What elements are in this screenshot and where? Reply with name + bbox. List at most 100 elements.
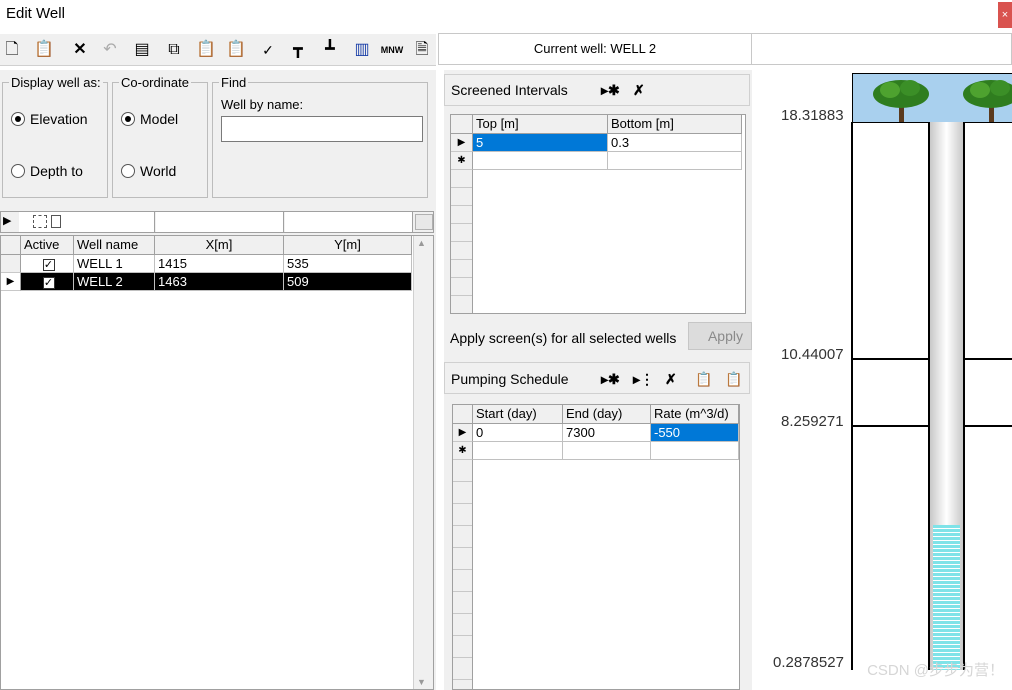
- x-cell[interactable]: 1463: [155, 273, 284, 291]
- top-cell[interactable]: 5: [473, 134, 608, 152]
- screen-top-line: [852, 358, 928, 360]
- delete-icon[interactable]: ✕: [68, 38, 92, 62]
- col-end[interactable]: End (day): [563, 405, 651, 424]
- row-header-corner: [1, 236, 21, 255]
- active-checkbox[interactable]: ✓: [21, 273, 74, 291]
- color-bars-icon[interactable]: ▥: [350, 38, 374, 62]
- depth-label-bottom: 0.2878527: [773, 654, 844, 671]
- scroll-down-icon[interactable]: ▼: [417, 677, 426, 687]
- current-well-spacer: [752, 33, 1012, 65]
- depth-radio[interactable]: Depth to: [11, 163, 83, 179]
- tree-icon: [963, 80, 1012, 122]
- current-row-icon[interactable]: ▶: [453, 424, 473, 442]
- elevation-radio[interactable]: Elevation: [11, 111, 88, 127]
- top-cell[interactable]: [473, 152, 608, 170]
- new-row-icon[interactable]: ✱: [451, 152, 473, 170]
- check-icon: ✓: [42, 277, 55, 289]
- well-name-cell[interactable]: WELL 1: [74, 255, 155, 273]
- scroll-button[interactable]: [415, 214, 433, 230]
- display-well-group: Display well as: Elevation Depth to: [2, 75, 108, 198]
- row-header-column: [453, 460, 473, 689]
- insert-row-icon[interactable]: ▸⋮: [633, 371, 654, 388]
- export-icon[interactable]: 🗎: [410, 38, 434, 62]
- bottom-cell[interactable]: [608, 152, 742, 170]
- new-icon[interactable]: 🗋: [0, 38, 24, 62]
- borehole-right-wall: [963, 122, 965, 670]
- find-group: Find Well by name:: [212, 75, 428, 198]
- check-icon[interactable]: ✓: [256, 38, 280, 62]
- row-header[interactable]: [1, 255, 21, 273]
- undo-icon[interactable]: ↶: [98, 38, 122, 62]
- filter-x-cell[interactable]: [156, 212, 284, 232]
- end-cell[interactable]: 7300: [563, 424, 651, 442]
- paste-disabled-icon[interactable]: 📋: [725, 371, 742, 388]
- radio-checked-icon: [11, 112, 25, 126]
- screened-title: Screened Intervals: [451, 82, 568, 98]
- filter-checkbox-cell[interactable]: [19, 212, 155, 232]
- screened-header: Screened Intervals ▸✱ ✗: [444, 74, 750, 106]
- close-button[interactable]: ×: [998, 2, 1012, 28]
- col-start[interactable]: Start (day): [473, 405, 563, 424]
- coordinate-group: Co-ordinate Model World: [112, 75, 208, 198]
- start-cell[interactable]: 0: [473, 424, 563, 442]
- title-bar: Edit Well ×: [0, 0, 1012, 30]
- depth-label-screen-bottom: 8.259271: [781, 413, 844, 430]
- tree-icon: [873, 80, 929, 122]
- current-well-label: Current well: WELL 2: [438, 33, 752, 65]
- pumping-table: Start (day) End (day) Rate (m^3/d) ▶ 0 7…: [452, 404, 740, 690]
- model-left-edge: [851, 122, 853, 670]
- current-row-icon[interactable]: ▶: [1, 273, 21, 291]
- delete-row-icon[interactable]: ✗: [633, 82, 645, 99]
- apply-screens-label: Apply screen(s) for all selected wells: [450, 330, 677, 346]
- clipboard-paste-icon[interactable]: 📋: [224, 38, 248, 62]
- model-radio[interactable]: Model: [121, 111, 178, 127]
- vertical-scrollbar[interactable]: ▲ ▼: [413, 236, 433, 689]
- add-row-icon[interactable]: ▸✱: [601, 82, 620, 99]
- rate-cell[interactable]: -550: [651, 424, 739, 442]
- row-header-column: [451, 170, 473, 313]
- current-row-icon[interactable]: ▶: [451, 134, 473, 152]
- bottom-cell[interactable]: 0.3: [608, 134, 742, 152]
- screen-top-line: [965, 358, 1012, 360]
- end-cell[interactable]: [563, 442, 651, 460]
- mnw-icon[interactable]: MNW: [380, 38, 404, 62]
- new-row-icon[interactable]: ✱: [453, 442, 473, 460]
- well-by-name-label: Well by name:: [221, 97, 304, 112]
- col-well-name[interactable]: Well name: [74, 236, 155, 255]
- copy-all-icon[interactable]: ⧉: [162, 38, 186, 62]
- rate-cell[interactable]: [651, 442, 739, 460]
- paste-icon[interactable]: 📋: [32, 38, 56, 62]
- col-top[interactable]: Top [m]: [473, 115, 608, 134]
- add-row-icon[interactable]: ▸✱: [601, 371, 620, 388]
- col-x[interactable]: X[m]: [155, 236, 284, 255]
- checkbox-icon: [33, 215, 47, 228]
- toolbar: 🗋 📋 ✕ ↶ ▤ ⧉ 📋 📋 ✓ ┳ ┻ ▥ MNW 🗎: [0, 34, 436, 66]
- col-active[interactable]: Active: [21, 236, 74, 255]
- insert-above-icon[interactable]: ┻: [318, 38, 342, 62]
- world-radio[interactable]: World: [121, 163, 176, 179]
- paste-icon[interactable]: 📋: [695, 371, 712, 388]
- scroll-up-icon[interactable]: ▲: [417, 238, 426, 248]
- start-cell[interactable]: [473, 442, 563, 460]
- copy-icon[interactable]: ▤: [130, 38, 154, 62]
- filter-y-cell[interactable]: [285, 212, 413, 232]
- insert-below-icon[interactable]: ┳: [286, 38, 310, 62]
- x-cell[interactable]: 1415: [155, 255, 284, 273]
- y-cell[interactable]: 535: [284, 255, 412, 273]
- wells-table: Active Well name X[m] Y[m] ✓ WELL 1 1415…: [0, 235, 434, 690]
- y-cell[interactable]: 509: [284, 273, 412, 291]
- row-pointer-icon: ▶: [3, 215, 12, 227]
- well-by-name-input[interactable]: [221, 116, 423, 142]
- col-bottom[interactable]: Bottom [m]: [608, 115, 742, 134]
- clipboard-icon[interactable]: 📋: [194, 38, 218, 62]
- well-name-cell[interactable]: WELL 2: [74, 273, 155, 291]
- col-rate[interactable]: Rate (m^3/d): [651, 405, 739, 424]
- apply-button[interactable]: Apply: [688, 322, 752, 350]
- checkbox-icon: [51, 215, 61, 228]
- screen-bottom-line: [852, 425, 928, 427]
- col-y[interactable]: Y[m]: [284, 236, 412, 255]
- find-legend: Find: [219, 75, 249, 90]
- row-header-corner: [451, 115, 473, 134]
- active-checkbox[interactable]: ✓: [21, 255, 74, 273]
- delete-row-icon[interactable]: ✗: [665, 371, 677, 388]
